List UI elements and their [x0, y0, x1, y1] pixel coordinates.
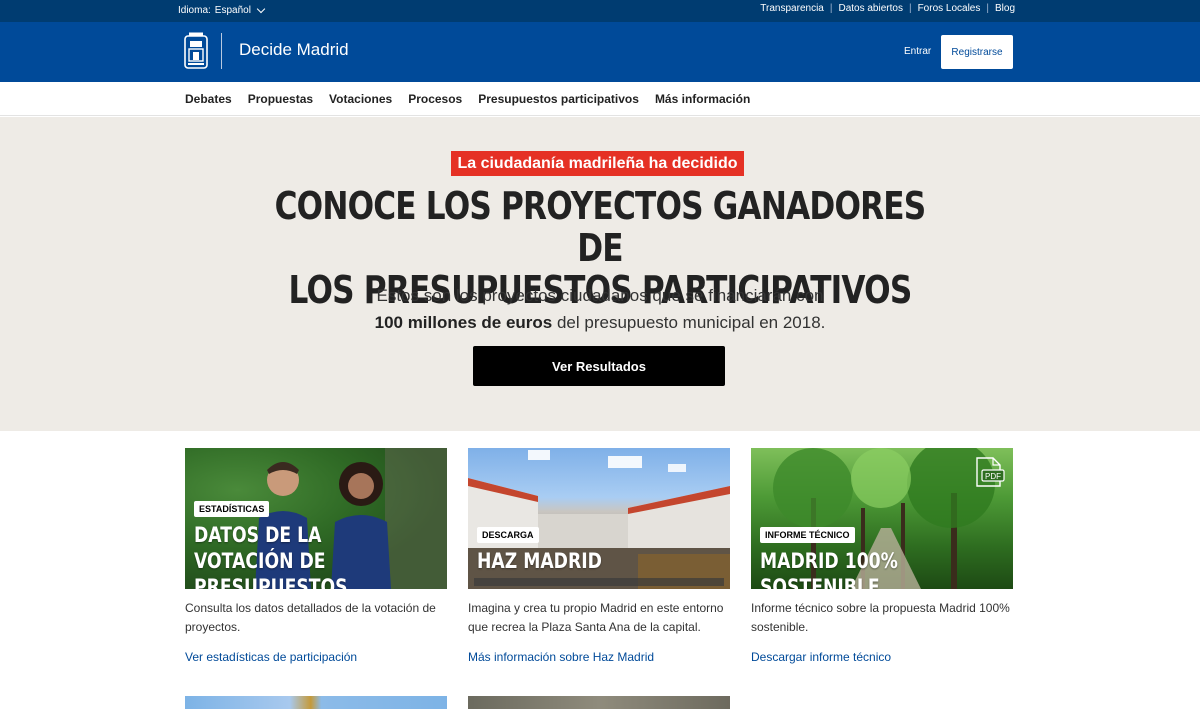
card-sostenible: PDF INFORME TÉCNICO MADRID 100% SOSTENIB…	[751, 448, 1013, 664]
pdf-icon[interactable]: PDF	[973, 457, 1005, 487]
hero-subtitle-rest: del presupuesto municipal en 2018.	[552, 313, 826, 332]
card-link[interactable]: Más información sobre Haz Madrid	[468, 650, 654, 664]
card-image-students[interactable]: ESTADÍSTICAS DATOS DE LA VOTACIÓN DE PRE…	[185, 448, 447, 589]
top-utility-bar: Idioma: Español Transparencia | Datos ab…	[0, 0, 1200, 22]
link-blog[interactable]: Blog	[995, 3, 1015, 14]
main-nav: Debates Propuestas Votaciones Procesos P…	[0, 82, 1200, 116]
nav-item-propuestas[interactable]: Propuestas	[248, 92, 313, 106]
link-transparencia[interactable]: Transparencia	[760, 3, 824, 14]
madrid-crest-logo-icon[interactable]	[184, 32, 208, 70]
card-description: Imagina y crea tu propio Madrid en este …	[468, 601, 724, 634]
language-value[interactable]: Español	[215, 5, 251, 16]
separator: |	[908, 3, 912, 14]
card-badge: DESCARGA	[477, 527, 539, 543]
view-results-button[interactable]: Ver Resultados	[473, 346, 725, 386]
register-button[interactable]: Registrarse	[941, 35, 1013, 69]
hero-tag: La ciudadanía madrileña ha decidido	[451, 151, 744, 176]
site-header: Decide Madrid Entrar Registrarse	[0, 22, 1200, 82]
next-card-image-partial[interactable]	[468, 696, 730, 709]
logo-divider	[221, 33, 222, 69]
separator: |	[829, 3, 833, 14]
card-image-title-line1: MADRID 100% SOSTENIBLE	[760, 549, 898, 589]
card-image-minecraft[interactable]: DESCARGA HAZ MADRID	[468, 448, 730, 589]
hero-subtitle: Estos son los proyectos ciudadanos que s…	[300, 282, 900, 336]
card-estadisticas: ESTADÍSTICAS DATOS DE LA VOTACIÓN DE PRE…	[185, 448, 447, 664]
top-links: Transparencia | Datos abiertos | Foros L…	[760, 3, 1015, 14]
language-label: Idioma:	[178, 5, 211, 16]
card-link[interactable]: Ver estadísticas de participación	[185, 650, 357, 664]
card-image-title-line2: PRESUPUESTOS	[194, 575, 348, 589]
hero-subtitle-line1: Estos son los proyectos ciudadanos que s…	[376, 286, 824, 305]
card-image-title: MADRID 100% SOSTENIBLE	[760, 548, 967, 589]
hero-banner: La ciudadanía madrileña ha decidido CONO…	[0, 117, 1200, 431]
chevron-down-icon[interactable]	[256, 4, 266, 14]
link-datos-abiertos[interactable]: Datos abiertos	[838, 3, 902, 14]
card-description: Informe técnico sobre la propuesta Madri…	[751, 601, 1010, 634]
nav-item-presupuestos[interactable]: Presupuestos participativos	[478, 92, 639, 106]
login-link[interactable]: Entrar	[904, 46, 931, 57]
pdf-icon-label: PDF	[985, 472, 1001, 481]
card-image-title-line1: DATOS DE LA VOTACIÓN DE	[194, 523, 326, 573]
card-image-title-line1: HAZ MADRID	[477, 549, 602, 573]
card-description: Consulta los datos detallados de la vota…	[185, 601, 436, 634]
nav-item-debates[interactable]: Debates	[185, 92, 232, 106]
card-link[interactable]: Descargar informe técnico	[751, 650, 891, 664]
card-badge: ESTADÍSTICAS	[194, 501, 270, 517]
separator: |	[986, 3, 989, 14]
next-card-image-partial[interactable]	[185, 696, 447, 709]
hero-subtitle-bold: 100 millones de euros	[374, 313, 553, 332]
card-image-title: DATOS DE LA VOTACIÓN DE PRESUPUESTOS	[194, 522, 401, 589]
card-image-title: HAZ MADRID	[477, 548, 602, 574]
nav-item-procesos[interactable]: Procesos	[408, 92, 462, 106]
card-image-park[interactable]: PDF INFORME TÉCNICO MADRID 100% SOSTENIB…	[751, 448, 1013, 589]
nav-item-mas-informacion[interactable]: Más información	[655, 92, 750, 106]
nav-item-votaciones[interactable]: Votaciones	[329, 92, 392, 106]
hero-title-line1: CONOCE LOS PROYECTOS GANADORES DE	[274, 184, 927, 270]
language-selector[interactable]: Idioma: Español	[178, 4, 266, 16]
card-haz-madrid: DESCARGA HAZ MADRID Imagina y crea tu pr…	[468, 448, 730, 664]
site-name[interactable]: Decide Madrid	[239, 40, 349, 60]
card-badge: INFORME TÉCNICO	[760, 527, 855, 543]
link-foros-locales[interactable]: Foros Locales	[918, 3, 981, 14]
